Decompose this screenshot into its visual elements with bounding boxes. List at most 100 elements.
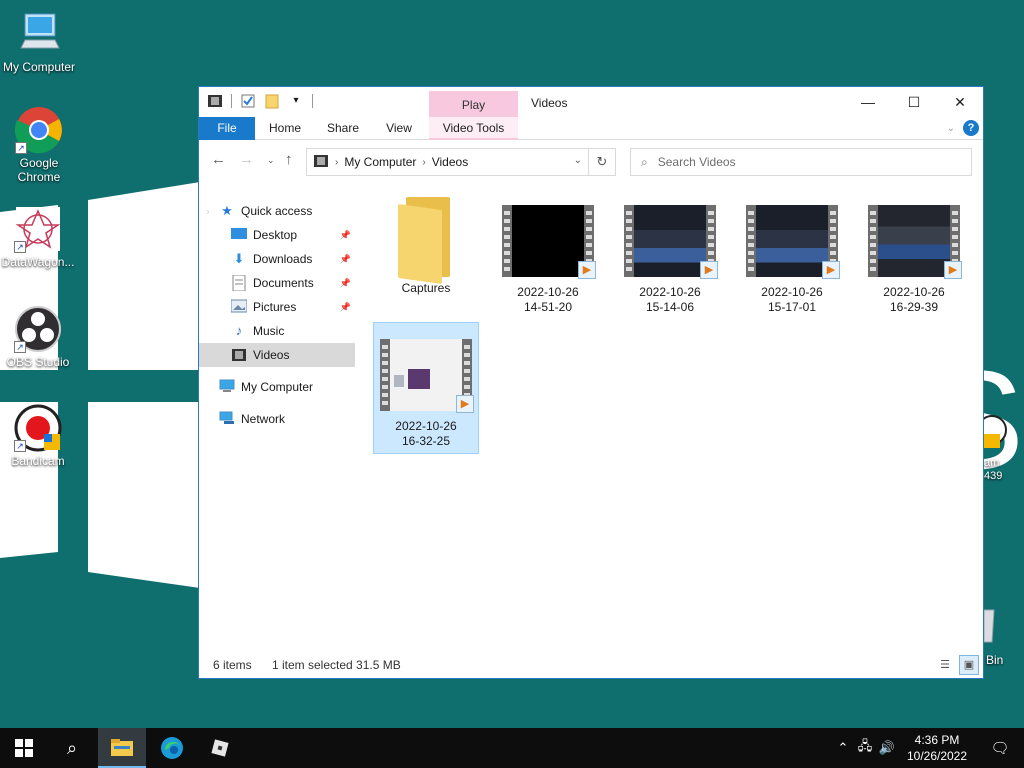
back-arrow-icon[interactable]: ← xyxy=(211,151,226,168)
video-thumbnail: ▶ xyxy=(380,339,474,413)
customize-toolbar-icon[interactable]: ▾ xyxy=(288,93,304,109)
video-thumbnail: ▶ xyxy=(868,205,962,279)
clock[interactable]: 4:36 PM 10/26/2022 xyxy=(898,732,976,764)
search-input[interactable]: ⌕ Search Videos xyxy=(630,148,972,176)
video-file[interactable]: ▶ 2022-10-26 16-29-39 xyxy=(861,205,967,337)
large-icons-view-icon[interactable]: ▣ xyxy=(959,655,979,675)
shortcut-arrow-icon: ↗ xyxy=(14,440,26,452)
tab-file[interactable]: File xyxy=(199,117,255,140)
play-badge-icon: ▶ xyxy=(456,395,474,413)
chrome-icon: ↗ xyxy=(14,106,63,154)
window-controls: — ☐ ✕ xyxy=(845,87,983,117)
volume-icon[interactable]: 🔊 xyxy=(876,740,898,756)
video-thumbnail: ▶ xyxy=(502,205,596,279)
tab-home[interactable]: Home xyxy=(261,117,309,140)
properties-icon[interactable] xyxy=(240,93,256,109)
desktop-icon-bandicam[interactable]: ↗ Bandicam xyxy=(0,404,78,468)
minimize-button[interactable]: — xyxy=(845,87,891,117)
tab-video-tools[interactable]: Video Tools xyxy=(429,117,518,140)
play-badge-icon: ▶ xyxy=(822,261,840,279)
address-bar[interactable]: › My Computer › Videos ⌄ xyxy=(306,148,589,176)
computer-icon xyxy=(15,10,63,58)
file-list: Captures ▶ 2022-10-26 14-51-20 ▶ 2022-10… xyxy=(369,183,983,653)
new-folder-icon[interactable] xyxy=(264,93,280,109)
computer-icon xyxy=(219,379,235,395)
nav-item-music[interactable]: ♪ Music xyxy=(199,319,355,343)
play-badge-icon: ▶ xyxy=(944,261,962,279)
network-status-icon[interactable]: 🖧 xyxy=(854,737,876,759)
recent-locations-chevron-icon[interactable]: ⌄ xyxy=(267,155,275,166)
toolbar-separator xyxy=(312,94,313,108)
video-folder-icon xyxy=(313,153,329,172)
close-button[interactable]: ✕ xyxy=(937,87,983,117)
play-badge-icon: ▶ xyxy=(578,261,596,279)
nav-my-computer[interactable]: My Computer xyxy=(203,375,363,399)
windows-start-icon[interactable] xyxy=(0,728,48,768)
video-thumbnail: ▶ xyxy=(746,205,840,279)
desktop-folder-icon xyxy=(231,227,247,243)
item-count: 6 items xyxy=(213,658,252,672)
tab-view[interactable]: View xyxy=(376,117,422,140)
desktop-icon-obs[interactable]: ↗ OBS Studio xyxy=(0,305,78,369)
search-icon[interactable]: ⌕ xyxy=(48,728,96,768)
roblox-icon[interactable] xyxy=(196,728,244,768)
folder-captures[interactable]: Captures xyxy=(373,197,479,329)
system-tray: ⌃ 🖧 🔊 4:36 PM 10/26/2022 🗨 xyxy=(832,728,1024,768)
shortcut-arrow-icon: ↗ xyxy=(14,341,26,353)
selection-info: 1 item selected 31.5 MB xyxy=(272,658,401,672)
video-folder-icon xyxy=(207,93,223,109)
video-file-selected[interactable]: ▶ 2022-10-26 16-32-25 xyxy=(373,322,479,454)
notifications-icon[interactable]: 🗨 xyxy=(976,739,1024,757)
nav-item-pictures[interactable]: Pictures 📌 xyxy=(199,295,355,319)
nav-quick-access[interactable]: › ★ Quick access xyxy=(203,199,363,223)
pin-icon[interactable]: 📌 xyxy=(340,230,351,241)
help-icon[interactable]: ? xyxy=(963,120,979,136)
show-hidden-icons-chevron-icon[interactable]: ⌃ xyxy=(832,740,854,756)
refresh-icon[interactable]: ↻ xyxy=(588,148,616,176)
details-view-icon[interactable]: ☰ xyxy=(935,655,955,675)
pictures-icon xyxy=(230,299,248,315)
desktop-icon-datawagon[interactable]: ↗ DataWagon... xyxy=(0,205,78,269)
file-explorer-window[interactable]: ▾ Play Videos — ☐ ✕ File Home Share View… xyxy=(198,86,984,679)
view-switcher: ☰ ▣ xyxy=(935,655,979,675)
title-bar[interactable]: ▾ Play Videos — ☐ ✕ xyxy=(199,87,983,117)
quick-access-toolbar: ▾ xyxy=(207,93,313,109)
video-thumbnail: ▶ xyxy=(624,205,718,279)
tab-share[interactable]: Share xyxy=(319,117,367,140)
toolbar-separator xyxy=(231,94,232,108)
video-file[interactable]: ▶ 2022-10-26 14-51-20 xyxy=(495,205,601,337)
pin-icon[interactable]: 📌 xyxy=(340,254,351,265)
search-icon: ⌕ xyxy=(641,154,648,169)
expander-chevron-icon[interactable]: › xyxy=(203,207,213,216)
address-dropdown-icon[interactable]: ⌄ xyxy=(574,155,582,166)
breadcrumb-my-computer[interactable]: My Computer xyxy=(344,155,416,169)
network-icon xyxy=(219,411,235,427)
breadcrumb-videos[interactable]: Videos xyxy=(432,155,468,169)
star-icon: ★ xyxy=(221,203,233,218)
nav-network[interactable]: Network xyxy=(203,407,363,431)
video-file[interactable]: ▶ 2022-10-26 15-14-06 xyxy=(617,205,723,337)
pin-icon[interactable]: 📌 xyxy=(340,302,351,313)
edge-icon[interactable] xyxy=(148,728,196,768)
address-row: ← → ⌄ ↑ › My Computer › Videos ⌄ ↻ ⌕ Sea… xyxy=(199,140,983,182)
up-arrow-icon[interactable]: ↑ xyxy=(285,151,293,168)
forward-arrow-icon[interactable]: → xyxy=(239,151,254,168)
file-explorer-icon[interactable] xyxy=(98,728,146,768)
breadcrumb-chevron-icon[interactable]: › xyxy=(335,157,338,168)
expand-ribbon-chevron-icon[interactable]: ⌄ xyxy=(947,123,955,134)
nav-item-downloads[interactable]: ⬇ Downloads 📌 xyxy=(199,247,355,271)
nav-item-desktop[interactable]: Desktop 📌 xyxy=(199,223,355,247)
maximize-button[interactable]: ☐ xyxy=(891,87,937,117)
breadcrumb-chevron-icon[interactable]: › xyxy=(422,157,425,168)
nav-item-videos[interactable]: Videos xyxy=(199,343,355,367)
desktop-icon-my-computer[interactable]: My Computer xyxy=(0,10,79,74)
pin-icon[interactable]: 📌 xyxy=(340,278,351,289)
music-icon: ♪ xyxy=(235,323,243,338)
recycle-bin-icon[interactable] xyxy=(983,604,1024,644)
partial-desktop-icon[interactable] xyxy=(977,410,1024,450)
nav-item-documents[interactable]: Documents 📌 xyxy=(199,271,355,295)
desktop-icon-chrome[interactable]: ↗ Google Chrome xyxy=(0,106,79,184)
documents-icon xyxy=(231,274,247,292)
video-file[interactable]: ▶ 2022-10-26 15-17-01 xyxy=(739,205,845,337)
videos-icon xyxy=(231,347,247,363)
